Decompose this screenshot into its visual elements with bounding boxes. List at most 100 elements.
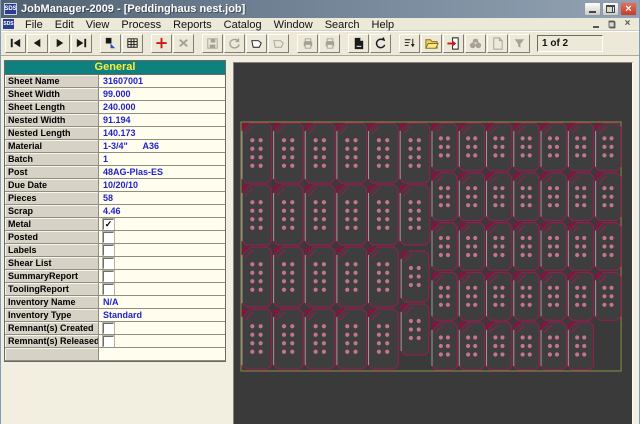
first-record-button[interactable] [5,34,26,53]
add-record-button[interactable] [151,34,172,53]
nested-part[interactable] [400,185,430,245]
shear-list-value[interactable] [99,257,225,270]
print-preview-button[interactable] [319,34,340,53]
nested-part[interactable] [305,123,335,183]
menu-item-catalog[interactable]: Catalog [218,19,268,31]
nested-part[interactable] [369,185,399,245]
posted-checkbox[interactable] [103,232,114,243]
nested-part[interactable] [337,309,367,369]
nested-part[interactable] [337,185,367,245]
nested-part[interactable] [274,185,304,245]
undo-button[interactable] [370,34,391,53]
labels-value[interactable] [99,244,225,257]
nested-part[interactable] [242,247,272,307]
summary-report-value[interactable] [99,270,225,283]
batch-value[interactable]: 1 [99,153,225,166]
nested-part[interactable] [487,322,512,370]
menu-item-process[interactable]: Process [115,19,167,31]
metal-value[interactable]: ✓ [99,218,225,231]
restore-button[interactable] [602,2,619,16]
tooling-report-value[interactable] [99,283,225,296]
last-record-button[interactable] [71,34,92,53]
due-date-value[interactable]: 10/20/10 [99,179,225,192]
nested-part[interactable] [487,123,512,171]
remnants-created-checkbox[interactable] [103,323,114,334]
nested-part[interactable] [432,173,457,221]
nested-part[interactable] [459,322,484,370]
pieces-value[interactable]: 58 [99,192,225,205]
nested-part[interactable] [514,173,539,221]
sheet-length-value[interactable]: 240.000 [99,101,225,114]
save-button[interactable] [202,34,223,53]
nested-part[interactable] [274,247,304,307]
tooling-report-checkbox[interactable] [103,284,114,295]
revert-button[interactable] [224,34,245,53]
nested-part[interactable] [459,272,484,320]
nested-part[interactable] [432,123,457,171]
nested-part[interactable] [487,173,512,221]
nest-drawing[interactable] [234,63,632,424]
nested-part[interactable] [487,272,512,320]
nested-part[interactable] [242,185,272,245]
nest-canvas[interactable] [233,62,633,424]
nested-part[interactable] [514,223,539,271]
record-indicator[interactable]: 1 of 2 [537,35,603,52]
menu-item-search[interactable]: Search [319,19,366,31]
nested-width-value[interactable]: 91.194 [99,114,225,127]
nested-part[interactable] [305,185,335,245]
nested-part[interactable] [541,322,566,370]
filter-button[interactable] [509,34,530,53]
nested-part[interactable] [401,251,429,302]
find-button[interactable] [465,34,486,53]
nested-part[interactable] [514,123,539,171]
nested-part[interactable] [541,123,566,171]
labels-checkbox[interactable] [103,245,114,256]
nested-part[interactable] [541,272,566,320]
nested-part[interactable] [596,123,621,171]
menu-item-file[interactable]: File [19,19,49,31]
remnants-released-checkbox[interactable] [103,336,114,347]
nested-part[interactable] [242,309,272,369]
sort-button[interactable] [399,34,420,53]
nested-part[interactable] [274,123,304,183]
nested-part[interactable] [242,123,272,183]
grid-view-button[interactable] [122,34,143,53]
import-button[interactable] [443,34,464,53]
nested-part[interactable] [274,309,304,369]
nested-length-value[interactable]: 140.173 [99,127,225,140]
nested-part[interactable] [459,173,484,221]
scrap-value[interactable]: 4.46 [99,205,225,218]
remnants-released-value[interactable] [99,335,225,348]
summary-report-checkbox[interactable] [103,271,114,282]
inventory-name-value[interactable]: N/A [99,296,225,309]
nested-part[interactable] [596,223,621,271]
nested-part[interactable] [541,173,566,221]
nested-part[interactable] [369,123,399,183]
nested-part[interactable] [305,247,335,307]
menu-item-window[interactable]: Window [268,19,319,31]
remnants-created-value[interactable] [99,322,225,335]
nest-view-button[interactable] [348,34,369,53]
nested-part[interactable] [596,272,621,320]
previous-record-button[interactable] [27,34,48,53]
nested-part[interactable] [369,247,399,307]
menu-item-edit[interactable]: Edit [49,19,80,31]
nested-part[interactable] [541,223,566,271]
nested-part[interactable] [514,272,539,320]
nested-part[interactable] [337,247,367,307]
form-view-button[interactable] [100,34,121,53]
nested-part[interactable] [459,223,484,271]
nested-part[interactable] [305,309,335,369]
sheet-name-value[interactable]: 31607001 [99,75,225,88]
posted-value[interactable] [99,231,225,244]
nested-part[interactable] [432,223,457,271]
metal-checkbox[interactable]: ✓ [103,219,114,230]
nested-part[interactable] [337,123,367,183]
outline-view-button[interactable] [246,34,267,53]
material-value[interactable]: 1-3/4" A36 [99,140,225,153]
nested-part[interactable] [596,173,621,221]
minimize-button[interactable] [584,2,601,16]
mdi-document-icon[interactable]: SDS [3,19,14,29]
nested-part[interactable] [459,123,484,171]
inventory-type-value[interactable]: Standard [99,309,225,322]
